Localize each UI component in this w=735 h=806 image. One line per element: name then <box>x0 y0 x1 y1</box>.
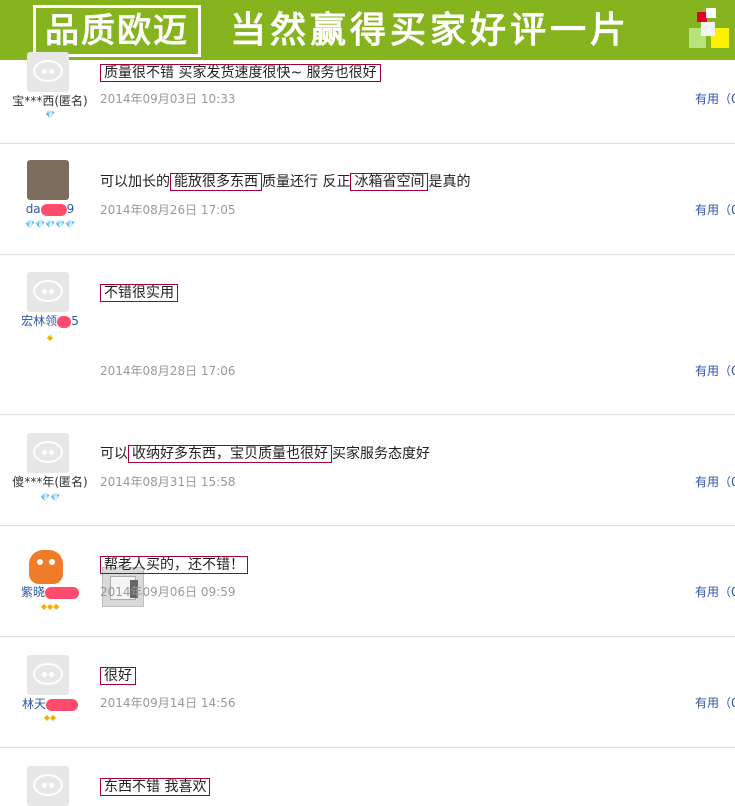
reviewer-name: 傻***年(匿名) <box>12 475 88 489</box>
reviewer-name: da 9 <box>25 202 75 216</box>
mascot-avatar-icon <box>29 550 63 584</box>
reviewer-name: 林天 <box>0 696 100 712</box>
review-content: 可以 收纳好多东西，宝贝质量也很好 买家服务态度好 <box>100 445 430 463</box>
reviewer-name: 宏林领 5 <box>21 314 79 328</box>
face-icon <box>33 663 63 685</box>
gold-diamond-rank-icon: ◆ <box>46 333 54 342</box>
review-content: 东西不错 我喜欢 <box>100 776 211 798</box>
diamond-rank-icon: 💎 <box>45 110 55 119</box>
useful-link[interactable]: 有用（0 <box>695 695 735 711</box>
banner-slogan: 当然赢得买家好评一片 <box>230 10 631 51</box>
redacted-name-mark <box>57 315 72 328</box>
face-icon <box>33 774 63 796</box>
review-content: 质量很不错 买家发货速度很快~ 服务也很好 <box>100 62 381 84</box>
useful-link[interactable]: 有用（0 <box>695 91 735 107</box>
review-date: 2014年08月31日 15:58 <box>100 475 236 489</box>
user-photo-icon <box>27 160 69 200</box>
review-content: 不错很实用 <box>100 282 178 304</box>
review-row: 宏林领 5 ◆ 不错很实用 2014年08月28日 17:06 有用（0 <box>0 255 735 607</box>
avatar-placeholder-icon <box>27 52 69 92</box>
review-row: 宝***西(匿名) 💎 质量很不错 买家发货速度很快~ 服务也很好 2014年0… <box>0 52 735 144</box>
useful-link[interactable]: 有用（0 <box>695 474 735 490</box>
reviewer-name: 宝***西(匿名) <box>12 94 88 108</box>
diamond-rank-icon: 💎💎 <box>40 493 60 502</box>
useful-link[interactable]: 有用（0 <box>695 202 735 218</box>
reviewer-name: 紫晓 <box>0 584 100 600</box>
review-date: 2014年09月14日 14:56 <box>100 696 236 710</box>
avatar-placeholder-icon <box>27 655 69 695</box>
review-row: 林天 ◆◆ 很好 2014年09月14日 14:56 有用（0 <box>0 637 735 748</box>
review-date: 2014年09月06日 09:59 <box>100 585 236 599</box>
review-date: 2014年09月03日 10:33 <box>100 92 236 106</box>
redacted-name-mark <box>40 203 67 216</box>
review-row: 紫晓 ◆◆◆ 帮老人买的，还不错！ 2014年09月06日 09:59 有用（0 <box>0 526 735 637</box>
review-date: 2014年08月26日 17:05 <box>100 203 236 217</box>
promo-banner: 品质欧迈 当然赢得买家好评一片 <box>0 0 735 60</box>
avatar-placeholder-icon <box>27 433 69 473</box>
quality-badge: 品质欧迈 <box>33 5 201 57</box>
redacted-name-mark <box>45 586 79 599</box>
face-icon <box>33 60 63 82</box>
review-row: 傻***年(匿名) 💎💎 可以 收纳好多东西，宝贝质量也很好 买家服务态度好 201… <box>0 415 735 526</box>
review-row: 东西不错 我喜欢 <box>0 748 735 806</box>
review-content: 很好 <box>100 665 136 687</box>
review-row: da 9 💎💎💎💎💎 可以加长的 能放很多东西 质量还行 反正 冰箱省空间 是真的 201… <box>0 144 735 255</box>
banner-decoration-icon <box>687 8 732 56</box>
avatar-placeholder-icon <box>27 272 69 312</box>
gold-diamond-rank-icon: ◆◆ <box>43 713 57 722</box>
review-content: 可以加长的 能放很多东西 质量还行 反正 冰箱省空间 是真的 <box>100 173 471 191</box>
useful-link[interactable]: 有用（0 <box>695 363 735 379</box>
gold-diamond-rank-icon: ◆◆◆ <box>40 602 60 611</box>
face-icon <box>33 441 63 463</box>
face-icon <box>33 280 63 302</box>
review-date: 2014年08月28日 17:06 <box>100 364 236 378</box>
redacted-name-mark <box>46 698 78 711</box>
useful-link[interactable]: 有用（0 <box>695 584 735 600</box>
review-content: 帮老人买的，还不错！ <box>100 554 248 576</box>
avatar-placeholder-icon <box>27 766 69 806</box>
diamond-rank-icon: 💎💎💎💎💎 <box>25 220 75 229</box>
